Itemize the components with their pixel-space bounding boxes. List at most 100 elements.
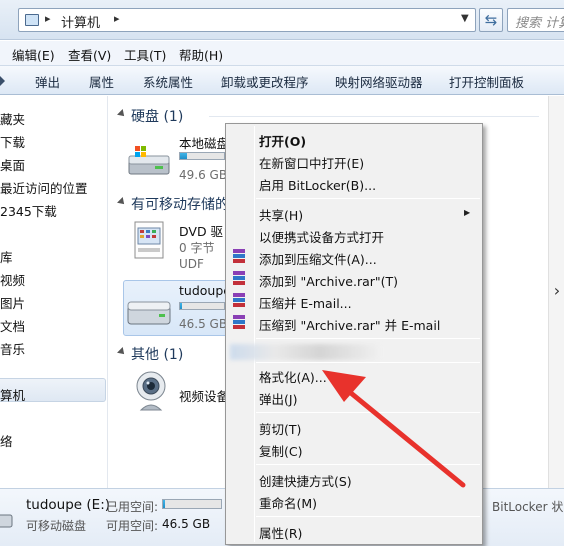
dvd-drive-name[interactable]: DVD 驱 — [179, 221, 223, 240]
dvd-drive-size: 0 字节 — [179, 241, 215, 255]
details-drive-name: tudoupe (E:) — [26, 497, 111, 513]
vertical-scrollbar[interactable]: › — [548, 96, 564, 488]
toolbar-system-properties-button[interactable]: 系统属性 — [143, 72, 193, 91]
group-header-other[interactable]: 其他 (1) — [131, 344, 183, 364]
nav-item-libraries[interactable]: 库 — [0, 247, 13, 266]
menu-item-rename[interactable]: 重命名(M) — [259, 493, 317, 512]
local-disk-free: 49.6 GB — [179, 168, 228, 182]
nav-item-music[interactable]: 音乐 — [0, 339, 25, 358]
video-device-name[interactable]: 视频设备 — [179, 386, 229, 405]
menu-separator — [256, 198, 480, 199]
nav-item-documents[interactable]: 文档 — [0, 316, 25, 335]
menu-edit[interactable]: 编辑(E) — [12, 45, 55, 64]
usage-fill — [180, 153, 187, 159]
submenu-arrow-icon: ▶ — [464, 208, 471, 217]
menu-item-cut[interactable]: 剪切(T) — [259, 419, 301, 438]
blurred-menu-item — [230, 344, 380, 360]
menu-item-format[interactable]: 格式化(A)... — [259, 367, 327, 386]
details-drive-type: 可移动磁盘 — [26, 519, 87, 533]
local-disk-name[interactable]: 本地磁盘 — [179, 133, 229, 152]
menu-item-compress-rar-email[interactable]: 压缩到 "Archive.rar" 并 E-mail — [259, 315, 440, 334]
menu-bar: 编辑(E) 查看(V) 工具(T) 帮助(H) — [0, 41, 564, 65]
nav-item-favorites[interactable]: 藏夹 — [0, 109, 25, 128]
details-used-label: 已用空间: — [106, 500, 159, 514]
menu-item-share[interactable]: 共享(H) — [259, 205, 303, 224]
menu-separator — [256, 338, 480, 339]
usage-fill — [180, 303, 182, 309]
menu-tools[interactable]: 工具(T) — [124, 45, 166, 64]
nav-item-desktop[interactable]: 桌面 — [0, 155, 25, 174]
refresh-button[interactable]: ⇆ — [479, 8, 503, 32]
nav-item-computer[interactable]: 算机 — [0, 385, 25, 404]
local-disk-icon — [128, 146, 170, 175]
toolbar-map-drive-button[interactable]: 映射网络驱动器 — [335, 72, 423, 91]
address-bar-area: ▸ 计算机 ▸ ▼ ⇆ 搜索 计算机 — [0, 0, 564, 40]
menu-view[interactable]: 查看(V) — [68, 45, 111, 64]
menu-item-portable-open[interactable]: 以便携式设备方式打开 — [259, 227, 384, 246]
group-divider — [209, 116, 539, 117]
menu-separator — [256, 464, 480, 465]
local-disk-usage-bar — [179, 152, 225, 160]
group-header-removable[interactable]: 有可移动存储的 — [131, 194, 229, 214]
usb-drive-usage-bar — [179, 302, 225, 310]
usb-drive-icon — [127, 301, 171, 325]
breadcrumb-chevron-icon[interactable]: ▸ — [45, 12, 51, 25]
winrar-icon — [233, 249, 245, 263]
refresh-icon: ⇆ — [484, 11, 498, 29]
menu-separator — [256, 362, 480, 363]
toolbar-properties-button[interactable]: 属性 — [89, 72, 114, 91]
breadcrumb-chevron-icon[interactable]: ▸ — [114, 12, 120, 25]
usb-drive-icon — [0, 514, 13, 528]
menu-separator — [256, 412, 480, 413]
toolbar-eject-button[interactable]: 弹出 — [35, 72, 60, 91]
command-toolbar: 弹出 属性 系统属性 卸载或更改程序 映射网络驱动器 打开控制面板 — [0, 65, 564, 95]
usage-fill — [163, 500, 166, 508]
nav-item-recent-places[interactable]: 最近访问的位置 — [0, 178, 88, 197]
dvd-drive-filesystem: UDF — [179, 257, 204, 271]
navigation-pane: 藏夹 下载 桌面 最近访问的位置 2345下载 库 视频 图片 文档 音乐 算机… — [0, 96, 108, 488]
scroll-right-icon[interactable]: › — [549, 276, 564, 306]
toolbar-uninstall-button[interactable]: 卸载或更改程序 — [221, 72, 309, 91]
menu-item-eject[interactable]: 弹出(J) — [259, 389, 297, 408]
menu-item-open[interactable]: 打开(O) — [259, 131, 306, 150]
details-free-value: 46.5 GB — [162, 517, 211, 531]
winrar-icon — [233, 293, 245, 307]
menu-item-add-rar[interactable]: 添加到 "Archive.rar"(T) — [259, 271, 398, 290]
dvd-drive-icon — [134, 221, 164, 259]
menu-gutter — [254, 126, 255, 542]
computer-icon — [25, 14, 39, 26]
menu-help[interactable]: 帮助(H) — [179, 45, 223, 64]
winrar-icon — [233, 315, 245, 329]
usb-drive-name[interactable]: tudoupe — [179, 283, 231, 298]
nav-item-2345-downloads[interactable]: 2345下载 — [0, 201, 57, 220]
menu-item-add-archive[interactable]: 添加到压缩文件(A)... — [259, 249, 377, 268]
winrar-icon — [233, 271, 245, 285]
nav-item-pictures[interactable]: 图片 — [0, 293, 25, 312]
toolbar-control-panel-button[interactable]: 打开控制面板 — [449, 72, 524, 91]
context-menu: 打开(O) 在新窗口中打开(E) 启用 BitLocker(B)... 共享(H… — [225, 123, 483, 545]
menu-separator — [256, 516, 480, 517]
menu-item-compress-email[interactable]: 压缩并 E-mail... — [259, 293, 352, 312]
details-free-label: 可用空间: — [106, 519, 159, 533]
webcam-icon — [136, 371, 166, 411]
menu-item-open-new-window[interactable]: 在新窗口中打开(E) — [259, 153, 364, 172]
collapse-icon[interactable] — [117, 347, 127, 357]
group-header-hard-disks[interactable]: 硬盘 (1) — [131, 106, 183, 126]
menu-item-bitlocker[interactable]: 启用 BitLocker(B)... — [259, 175, 376, 194]
collapse-icon[interactable] — [117, 109, 127, 119]
nav-item-downloads[interactable]: 下载 — [0, 132, 25, 151]
menu-item-copy[interactable]: 复制(C) — [259, 441, 302, 460]
menu-item-properties[interactable]: 属性(R) — [259, 523, 302, 542]
address-dropdown-icon[interactable]: ▼ — [461, 13, 469, 24]
search-placeholder: 搜索 计算机 — [515, 16, 564, 31]
search-input[interactable]: 搜索 计算机 — [507, 8, 564, 32]
usb-drive-free: 46.5 GB — [179, 317, 228, 331]
details-bitlocker-status: BitLocker 状 — [492, 500, 564, 514]
toolbar-overflow-icon[interactable] — [0, 76, 5, 86]
nav-item-network[interactable]: 络 — [0, 431, 13, 450]
menu-item-create-shortcut[interactable]: 创建快捷方式(S) — [259, 471, 352, 490]
breadcrumb-computer[interactable]: 计算机 — [61, 12, 100, 31]
collapse-icon[interactable] — [117, 197, 127, 207]
nav-item-videos[interactable]: 视频 — [0, 270, 25, 289]
address-bar[interactable]: ▸ 计算机 ▸ ▼ — [18, 8, 476, 32]
